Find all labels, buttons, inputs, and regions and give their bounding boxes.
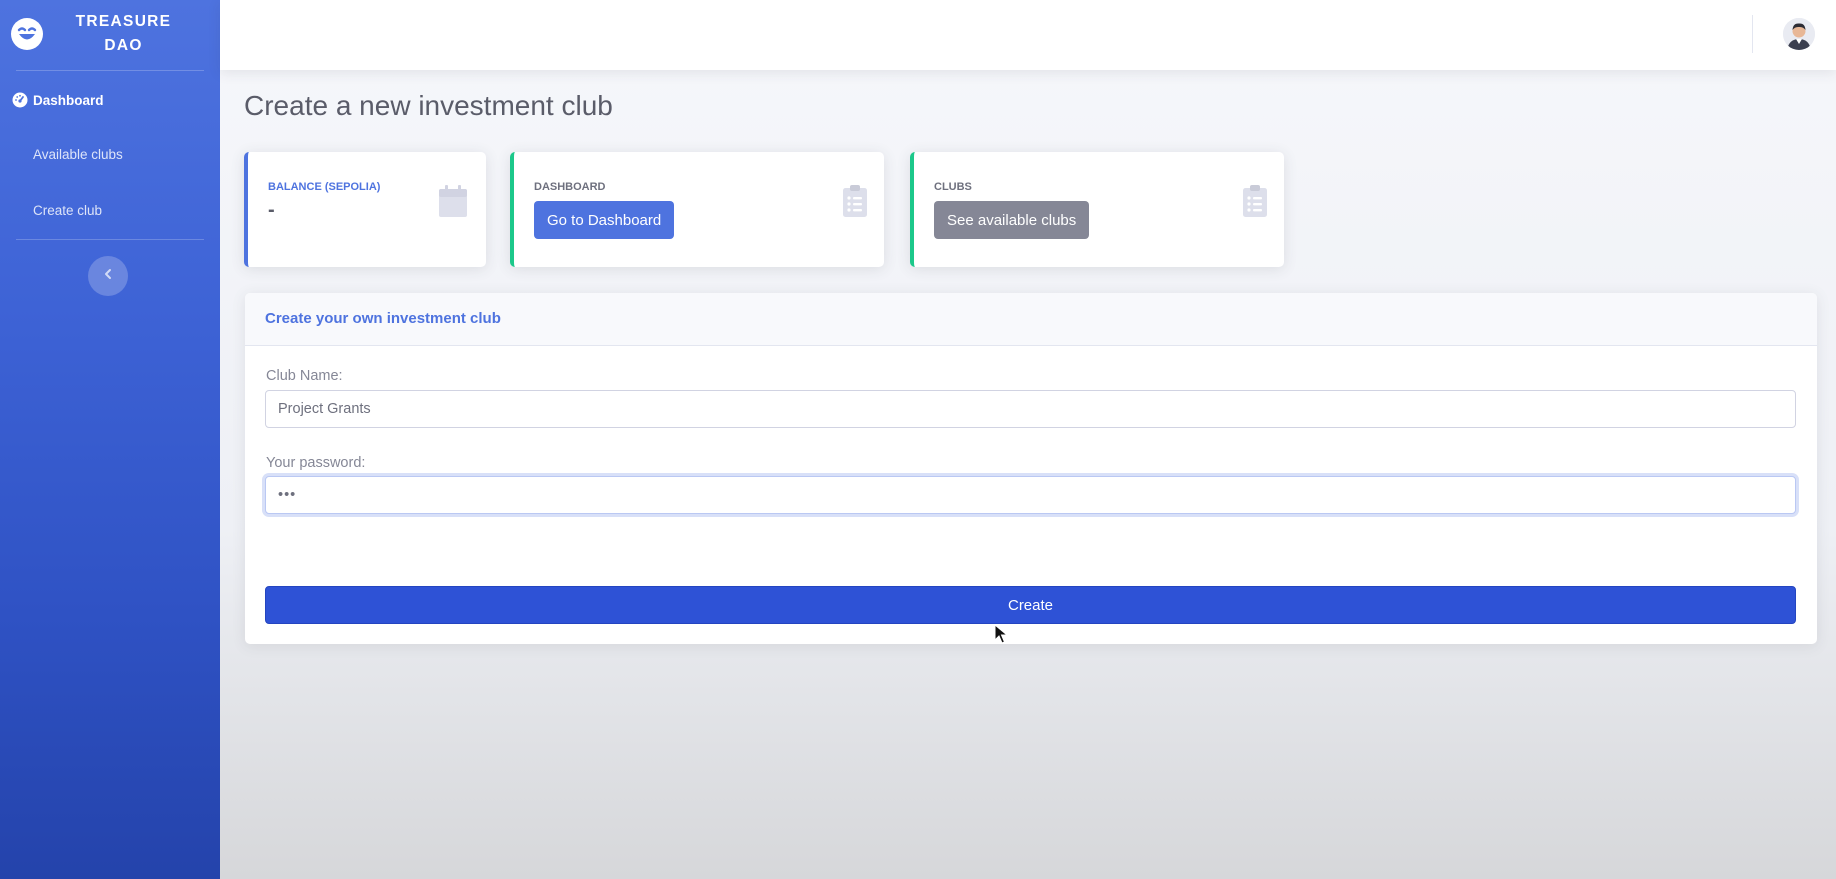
sidebar: TREASURE DAO Dashboard Available clubs C… xyxy=(0,0,220,879)
tachometer-icon xyxy=(12,92,28,108)
card-label: BALANCE (SEPOLIA) xyxy=(268,181,381,193)
balance-card: BALANCE (SEPOLIA) - xyxy=(244,152,486,267)
sidebar-item-available-clubs[interactable]: Available clubs xyxy=(33,147,123,162)
topbar-divider xyxy=(1752,15,1753,53)
club-name-input[interactable] xyxy=(265,390,1796,428)
sidebar-divider xyxy=(16,70,204,71)
clipboard-list-icon xyxy=(842,184,872,218)
create-button[interactable]: Create xyxy=(265,586,1796,624)
dashboard-card: DASHBOARD Go to Dashboard xyxy=(510,152,884,267)
brand[interactable]: TREASURE DAO xyxy=(0,0,220,70)
page-title: Create a new investment club xyxy=(244,90,613,121)
mouse-cursor-icon xyxy=(994,623,1009,644)
sidebar-toggle-button[interactable] xyxy=(88,256,128,296)
topbar xyxy=(220,0,1836,70)
chevron-left-icon xyxy=(103,267,113,285)
password-input[interactable] xyxy=(265,476,1796,514)
see-available-clubs-button[interactable]: See available clubs xyxy=(934,201,1090,239)
card-label: CLUBS xyxy=(934,181,972,193)
club-name-label: Club Name: xyxy=(266,368,343,384)
go-to-dashboard-button[interactable]: Go to Dashboard xyxy=(534,201,675,239)
sidebar-item-create-club[interactable]: Create club xyxy=(33,203,102,218)
form-header: Create your own investment club xyxy=(245,293,1817,346)
create-club-form: Create your own investment club Club Nam… xyxy=(245,293,1817,644)
brand-name: TREASURE DAO xyxy=(75,13,172,54)
card-label: DASHBOARD xyxy=(534,181,606,193)
balance-value: - xyxy=(268,199,275,221)
clipboard-list-icon xyxy=(1242,184,1272,218)
sidebar-divider xyxy=(16,239,204,240)
user-avatar-icon[interactable] xyxy=(1783,18,1815,50)
password-label: Your password: xyxy=(266,455,366,471)
clubs-card: CLUBS See available clubs xyxy=(910,152,1284,267)
calendar-icon xyxy=(438,184,468,218)
smiley-logo-icon xyxy=(11,18,43,50)
sidebar-item-dashboard[interactable]: Dashboard xyxy=(12,88,104,112)
sidebar-item-label: Dashboard xyxy=(33,92,104,108)
